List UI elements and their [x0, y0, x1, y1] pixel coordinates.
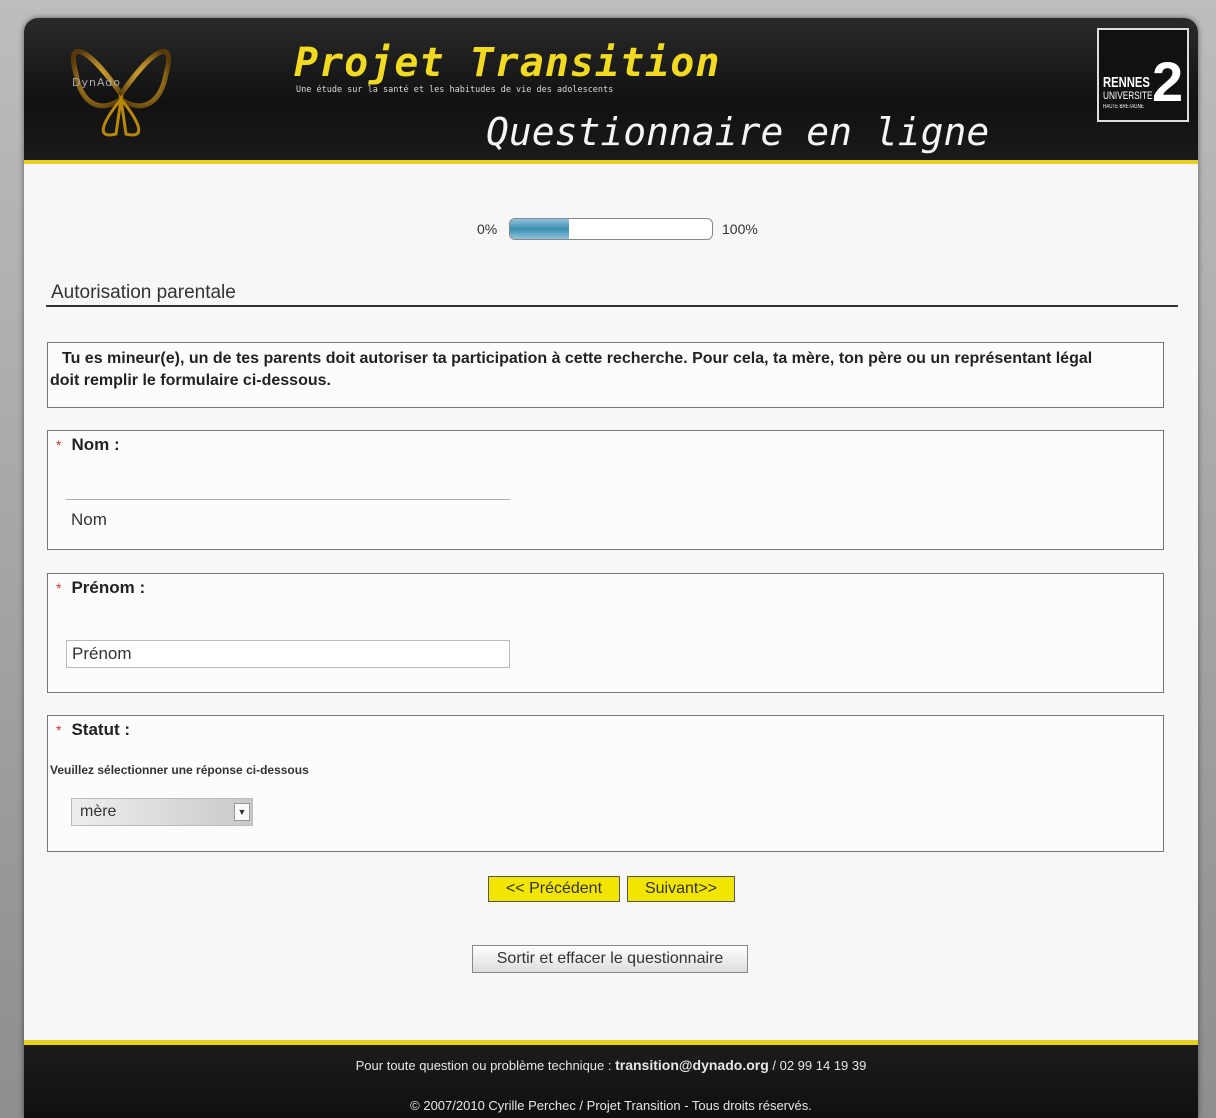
- footer-contact-prefix: Pour toute question ou problème techniqu…: [355, 1058, 616, 1073]
- nom-input[interactable]: [66, 499, 510, 533]
- progress-bar: [509, 218, 713, 240]
- footer-phone: / 02 99 14 19 39: [768, 1058, 867, 1073]
- page-frame: DynAdo Projet Transition Une étude sur l…: [24, 18, 1198, 1118]
- site-title: Projet Transition: [294, 40, 721, 86]
- prenom-input[interactable]: [66, 640, 510, 668]
- site-header: DynAdo Projet Transition Une étude sur l…: [24, 18, 1198, 164]
- next-button[interactable]: Suivant>>: [627, 876, 735, 902]
- site-footer: Pour toute question ou problème techniqu…: [24, 1040, 1198, 1118]
- footer-copyright: © 2007/2010 Cyrille Perchec / Projet Tra…: [410, 1098, 812, 1113]
- statut-hint: Veuillez sélectionner une réponse ci-des…: [50, 763, 309, 777]
- progress-bar-fill: [510, 219, 569, 239]
- chevron-down-icon[interactable]: ▼: [234, 803, 250, 821]
- intro-text: Tu es mineur(e), un de tes parents doit …: [50, 350, 1093, 389]
- question-label: * Prénom :: [56, 578, 145, 598]
- university-number: 2: [1152, 50, 1184, 113]
- prenom-label: Prénom :: [71, 578, 146, 597]
- progress-end-label: 100%: [722, 221, 758, 237]
- university-region: HAUTE BRETAGNE: [1103, 104, 1144, 110]
- required-mark: *: [56, 437, 62, 453]
- question-label: * Statut :: [56, 720, 130, 740]
- footer-contact: Pour toute question ou problème techniqu…: [24, 1057, 1198, 1073]
- university-logo[interactable]: RENNES UNIVERSITE HAUTE BRETAGNE 2: [1097, 28, 1189, 122]
- logo-text: DynAdo: [72, 76, 121, 89]
- statut-select[interactable]: mère ▼: [71, 798, 253, 826]
- question-prenom: * Prénom :: [47, 573, 1164, 693]
- questionnaire-title: Questionnaire en ligne: [486, 110, 990, 154]
- statut-selected-value: mère: [80, 803, 117, 820]
- footer-email-link[interactable]: transition@dynado.org: [615, 1057, 769, 1073]
- intro-box: Tu es mineur(e), un de tes parents doit …: [47, 342, 1164, 408]
- section-title: Autorisation parentale: [51, 282, 236, 303]
- exit-button[interactable]: Sortir et effacer le questionnaire: [472, 945, 748, 973]
- required-mark: *: [56, 722, 62, 738]
- nom-label: Nom :: [71, 435, 120, 454]
- previous-button[interactable]: << Précédent: [488, 876, 620, 902]
- butterfly-icon: [70, 49, 172, 137]
- question-nom: * Nom :: [47, 430, 1164, 550]
- progress-start-label: 0%: [477, 221, 498, 237]
- dynado-logo[interactable]: [46, 34, 196, 144]
- question-label: * Nom :: [56, 435, 120, 455]
- statut-label: Statut :: [71, 720, 130, 739]
- progress-indicator: 0% 100%: [477, 218, 777, 242]
- required-mark: *: [56, 580, 62, 596]
- question-statut: * Statut : Veuillez sélectionner une répo…: [47, 715, 1164, 852]
- university-name: RENNES: [1103, 74, 1150, 91]
- university-word: UNIVERSITE: [1103, 90, 1153, 102]
- section-divider: [46, 305, 1178, 307]
- site-subtitle: Une étude sur la santé et les habitudes …: [296, 85, 614, 95]
